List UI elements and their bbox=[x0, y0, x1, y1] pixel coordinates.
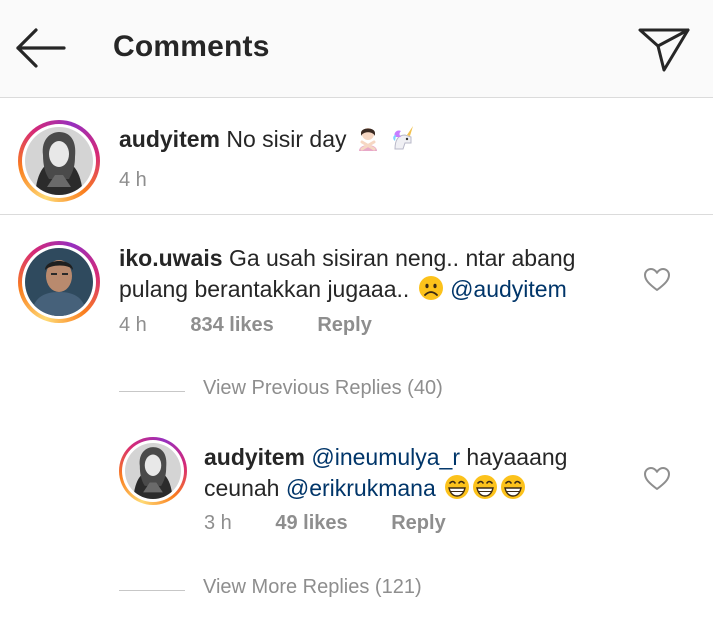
reply-text-2: ceunah bbox=[204, 475, 280, 501]
avatar-photo bbox=[25, 248, 93, 316]
reply-likes[interactable]: 49 likes bbox=[275, 512, 347, 535]
caption-time: 4 h bbox=[119, 169, 147, 191]
grinning-face-emoji bbox=[472, 474, 498, 508]
view-previous-replies[interactable]: View Previous Replies (40) bbox=[119, 377, 539, 407]
heart-icon bbox=[644, 268, 670, 291]
top-bar: Comments bbox=[0, 0, 713, 98]
back-button[interactable] bbox=[14, 26, 66, 70]
arrow-left-icon bbox=[16, 28, 66, 68]
reply-mention-2[interactable]: @erikrukmana bbox=[286, 475, 436, 501]
comment-line-1: Ga usah sisiran neng.. ntar abang bbox=[228, 245, 576, 271]
caption-text: No sisir day bbox=[226, 126, 347, 152]
view-previous-replies-label[interactable]: View Previous Replies (40) bbox=[203, 377, 443, 400]
avatar[interactable] bbox=[18, 120, 100, 202]
avatar-photo bbox=[125, 443, 181, 499]
comment-reply-button[interactable]: Reply bbox=[317, 314, 371, 337]
avatar-photo bbox=[25, 127, 93, 195]
comment-line-2: pulang berantakkan jugaaa.. bbox=[119, 276, 410, 302]
grinning-face-emoji bbox=[444, 474, 470, 508]
like-button[interactable] bbox=[643, 267, 671, 293]
like-button[interactable] bbox=[643, 466, 671, 492]
woman-gesturing-no-emoji bbox=[355, 125, 381, 159]
comment-likes[interactable]: 834 likes bbox=[190, 314, 273, 337]
thread-divider bbox=[119, 590, 185, 591]
comment-meta: 4 h 834 likes Reply bbox=[119, 314, 372, 337]
reply-meta: 3 h 49 likes Reply bbox=[204, 512, 446, 535]
caption-username[interactable]: audyitem bbox=[119, 126, 220, 152]
reply-reply-button[interactable]: Reply bbox=[391, 512, 445, 535]
reply-text-1: hayaaang bbox=[466, 444, 568, 470]
caption-text-row: audyitem No sisir day bbox=[119, 124, 415, 159]
comment-time: 4 h bbox=[119, 314, 147, 336]
worried-face-emoji bbox=[418, 275, 444, 309]
reply-time: 3 h bbox=[204, 512, 232, 534]
paper-plane-icon bbox=[638, 28, 690, 72]
page-title: Comments bbox=[113, 30, 270, 63]
unicorn-emoji bbox=[389, 125, 415, 159]
view-more-replies[interactable]: View More Replies (121) bbox=[119, 576, 539, 606]
comment-username[interactable]: iko.uwais bbox=[119, 245, 223, 271]
heart-icon bbox=[644, 467, 670, 490]
reply-text: audyitem @ineumulya_r hayaaang ceunah @e… bbox=[204, 442, 634, 508]
comment-mention[interactable]: @audyitem bbox=[450, 276, 567, 302]
avatar[interactable] bbox=[18, 241, 100, 323]
thread-divider bbox=[119, 391, 185, 392]
avatar[interactable] bbox=[119, 437, 187, 505]
reply-mention-1[interactable]: @ineumulya_r bbox=[311, 444, 460, 470]
view-more-replies-label[interactable]: View More Replies (121) bbox=[203, 576, 422, 599]
reply-username[interactable]: audyitem bbox=[204, 444, 305, 470]
grinning-face-emoji bbox=[500, 474, 526, 508]
comment-text: iko.uwais Ga usah sisiran neng.. ntar ab… bbox=[119, 243, 639, 309]
share-button[interactable] bbox=[636, 22, 694, 74]
post-caption: audyitem No sisir day 4 h bbox=[0, 98, 713, 215]
